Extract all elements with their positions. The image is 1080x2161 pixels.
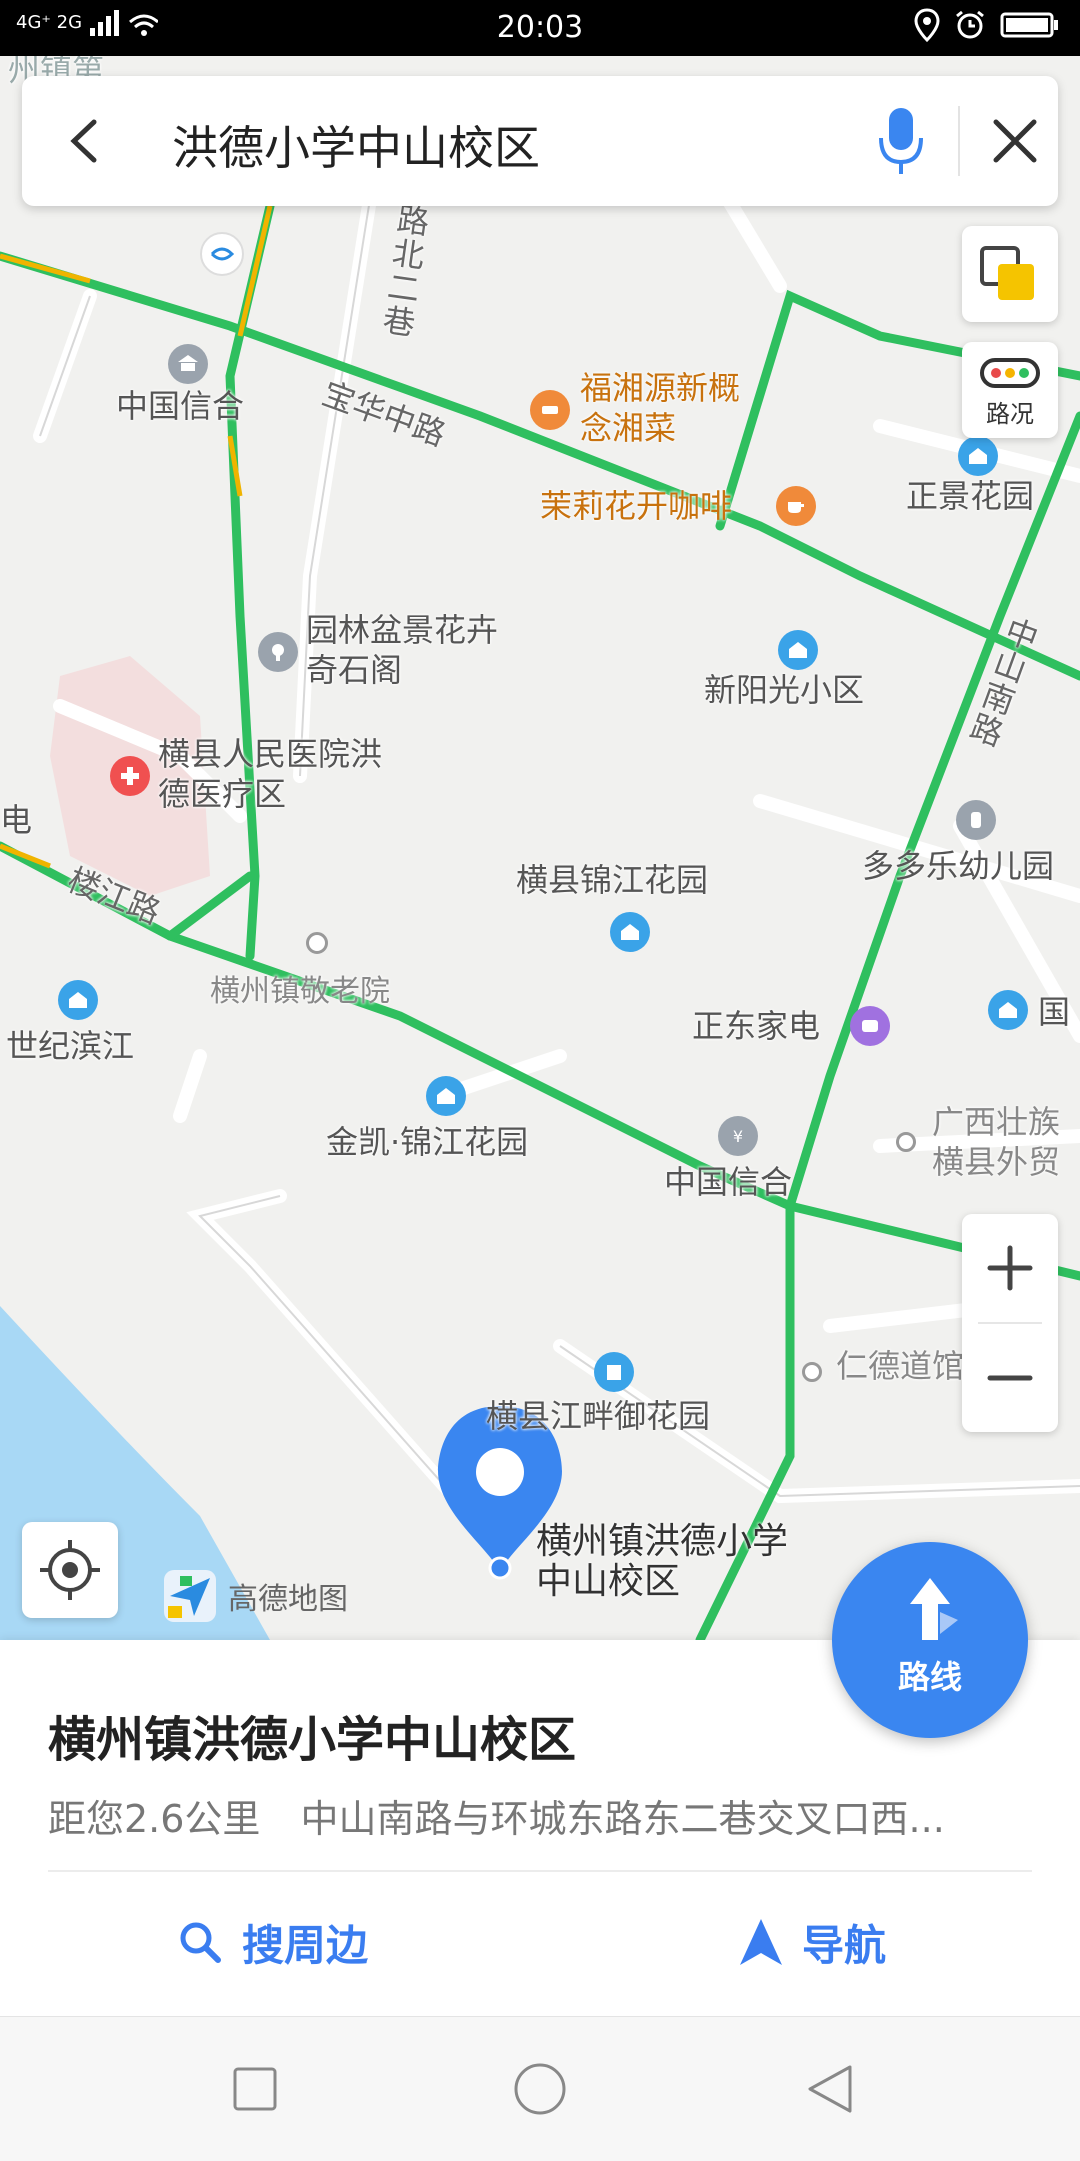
bank-icon[interactable] bbox=[168, 344, 208, 384]
search-nearby-label: 搜周边 bbox=[242, 1920, 369, 1970]
label-xinyangguang: 新阳光小区 bbox=[704, 671, 865, 709]
label-riverside: 横县江畔御花园 bbox=[486, 1397, 711, 1435]
bank-icon-bottom[interactable]: ¥ bbox=[718, 1116, 758, 1156]
label-china-xinhe-top: 中国信合 bbox=[116, 387, 245, 425]
back-nav-icon[interactable] bbox=[804, 2063, 856, 2115]
baohua-road bbox=[0, 251, 1080, 681]
map-view[interactable]: ¥ 州镇第 路北二巷 中国信合 宝华中路 福湘源新概念湘菜 正景花园 茉莉花开咖… bbox=[0, 56, 1080, 1640]
label-jinkai: 金凯·锦江花园 bbox=[326, 1123, 529, 1161]
label-selected-place: 横州镇洪德小学中山校区 bbox=[536, 1521, 789, 1602]
route-label: 路线 bbox=[897, 1658, 962, 1696]
traffic-label: 路况 bbox=[986, 400, 1034, 428]
label-cafe: 茉莉花开咖啡 bbox=[540, 487, 733, 525]
label-duoduole: 多多乐幼儿园 bbox=[862, 847, 1055, 885]
residential-icon-riverside[interactable] bbox=[594, 1352, 634, 1392]
layers-icon bbox=[980, 246, 1034, 300]
residential-icon-jinjiang[interactable] bbox=[610, 912, 650, 952]
china-mobile-icon[interactable] bbox=[200, 232, 244, 276]
restaurant-icon[interactable] bbox=[530, 390, 570, 430]
recent-apps-icon[interactable] bbox=[231, 2065, 279, 2113]
route-button[interactable]: 路线 bbox=[832, 1542, 1028, 1738]
label-jinjiang-garden: 横县锦江花园 bbox=[516, 861, 709, 899]
label-zhengdong: 正东家电 bbox=[692, 1007, 821, 1045]
crosshair-icon bbox=[40, 1540, 100, 1600]
label-guangxi-trade: 广西壮族横县外贸 bbox=[932, 1103, 1061, 1181]
battery-icon bbox=[1000, 12, 1058, 38]
zoom-controls bbox=[962, 1214, 1058, 1432]
svg-text:¥: ¥ bbox=[733, 1127, 743, 1146]
amap-logo-icon bbox=[164, 1570, 216, 1622]
location-status-icon bbox=[914, 8, 940, 42]
search-bar[interactable]: 洪德小学中山校区 bbox=[22, 76, 1058, 206]
zoom-out-icon[interactable] bbox=[962, 1324, 1058, 1432]
trade-dot[interactable] bbox=[896, 1132, 916, 1152]
place-subtitle: 距您2.6公里 中山南路与环城东路东二巷交叉口西... bbox=[48, 1788, 1038, 1843]
microphone-icon[interactable] bbox=[876, 104, 926, 178]
elderly-home-dot[interactable] bbox=[306, 932, 328, 954]
alarm-icon bbox=[956, 10, 984, 39]
label-shiji-binjiang: 世纪滨江 bbox=[6, 1027, 135, 1065]
cafe-icon[interactable] bbox=[776, 486, 816, 526]
rende-dot[interactable] bbox=[802, 1362, 822, 1382]
label-guo-partial: 国 bbox=[1038, 993, 1071, 1031]
appliance-shop-icon[interactable] bbox=[850, 1006, 890, 1046]
system-nav-bar bbox=[0, 2016, 1080, 2161]
label-left-partial: 电 bbox=[0, 801, 33, 839]
card-separator bbox=[48, 1870, 1032, 1872]
residential-icon-guo[interactable] bbox=[988, 990, 1028, 1030]
traffic-button[interactable]: 路况 bbox=[962, 342, 1058, 438]
residential-icon-zhengjing[interactable] bbox=[958, 436, 998, 476]
residential-icon-xinyangguang[interactable] bbox=[778, 630, 818, 670]
residential-icon-shiji[interactable] bbox=[58, 980, 98, 1020]
west-vertical-road bbox=[225, 201, 275, 961]
navigate-label: 导航 bbox=[802, 1920, 887, 1970]
traffic-light-icon bbox=[980, 358, 1040, 388]
search-separator bbox=[958, 106, 960, 176]
label-restaurant: 福湘源新概念湘菜 bbox=[580, 369, 741, 447]
label-hospital: 横县人民医院洪德医疗区 bbox=[158, 735, 383, 813]
place-title: 横州镇洪德小学中山校区 bbox=[48, 1712, 577, 1768]
label-garden-stone: 园林盆景花卉奇石阁 bbox=[306, 611, 499, 689]
map-logo-text: 高德地图 bbox=[228, 1582, 348, 1617]
label-elderly-home: 横州镇敬老院 bbox=[210, 974, 390, 1009]
layers-button[interactable] bbox=[962, 226, 1058, 322]
hospital-icon[interactable] bbox=[110, 756, 150, 796]
search-nearby-button[interactable]: 搜周边 bbox=[176, 1902, 368, 1982]
residential-icon-jinkai[interactable] bbox=[426, 1076, 466, 1116]
status-icons bbox=[914, 8, 1060, 42]
map-logo: 高德地图 bbox=[160, 1566, 348, 1626]
zoom-in-icon[interactable] bbox=[962, 1214, 1058, 1322]
status-bar: 4G⁺ 2G 20:03 bbox=[0, 0, 1080, 56]
search-icon bbox=[180, 1922, 221, 1963]
route-arrow-icon bbox=[910, 1578, 958, 1640]
label-zhengjing: 正景花园 bbox=[906, 477, 1035, 515]
place-address: 中山南路与环城东路东二巷交叉口西... bbox=[300, 1797, 945, 1841]
garden-shop-icon[interactable] bbox=[258, 632, 298, 672]
label-rende: 仁德道馆 bbox=[836, 1347, 965, 1385]
navigation-arrow-icon bbox=[740, 1919, 782, 1965]
place-distance: 距您2.6公里 bbox=[48, 1797, 261, 1841]
kindergarten-icon[interactable] bbox=[956, 800, 996, 840]
close-icon[interactable] bbox=[988, 114, 1042, 168]
search-query[interactable]: 洪德小学中山校区 bbox=[172, 112, 540, 178]
locate-button[interactable] bbox=[22, 1522, 118, 1618]
home-icon[interactable] bbox=[512, 2061, 568, 2117]
label-china-xinhe-bottom: 中国信合 bbox=[664, 1163, 793, 1201]
navigate-button[interactable]: 导航 bbox=[738, 1902, 886, 1982]
back-icon[interactable] bbox=[58, 114, 112, 168]
